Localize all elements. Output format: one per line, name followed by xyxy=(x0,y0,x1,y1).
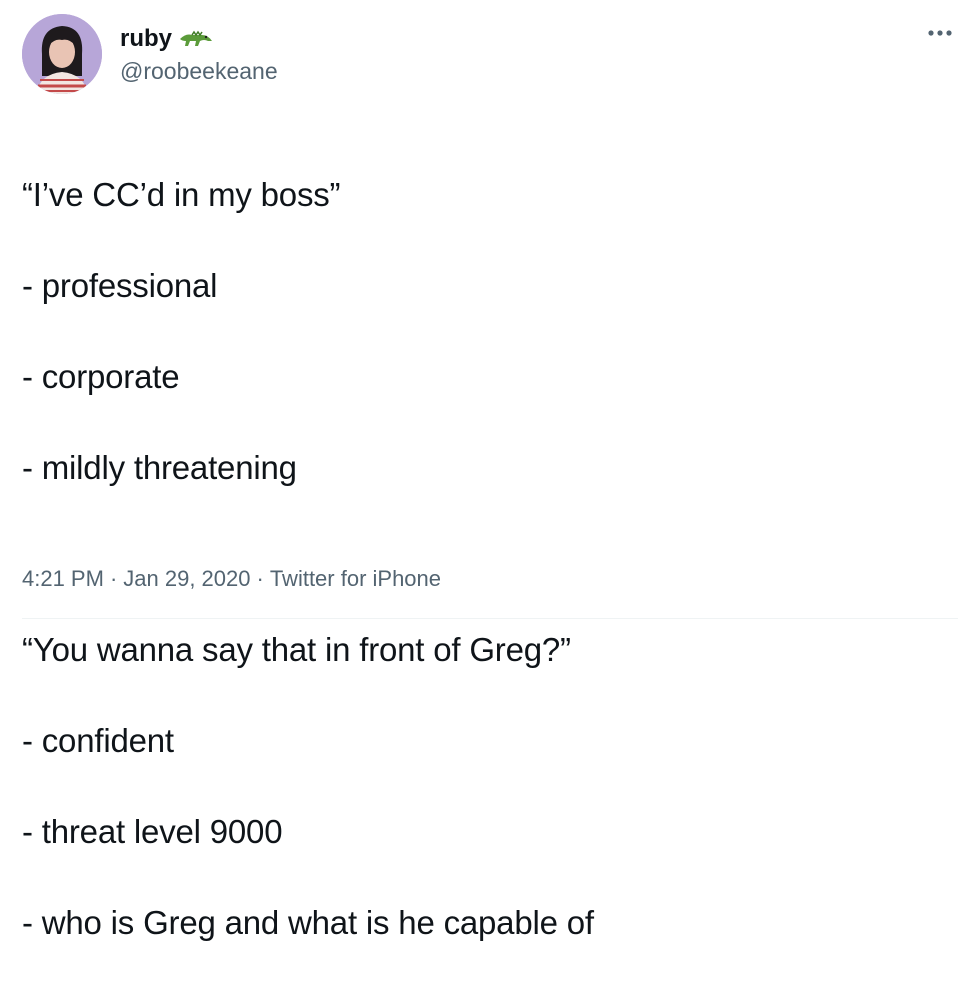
divider xyxy=(22,618,958,619)
tweet-source-link[interactable]: Twitter for iPhone xyxy=(270,564,441,594)
tweet-line: “You wanna say that in front of Greg?” xyxy=(22,630,571,668)
tweet-line: - mildly threatening xyxy=(22,448,297,486)
avatar-photo-icon xyxy=(22,14,102,94)
tweet-line: - threat level 9000 xyxy=(22,812,283,850)
display-name[interactable]: ruby xyxy=(120,24,172,54)
author-name-row[interactable]: ruby xyxy=(120,24,214,54)
avatar[interactable] xyxy=(22,14,102,94)
more-options-icon[interactable] xyxy=(925,22,955,42)
tweet-time-link[interactable]: 4:21 PM xyxy=(22,564,104,594)
tweet-card: ruby @roobeekeane “I’ve CC’d in my boss”… xyxy=(0,0,980,941)
tweet-line: - professional xyxy=(22,266,218,304)
meta-separator: · xyxy=(256,566,264,591)
tweet-line: “I’ve CC’d in my boss” xyxy=(22,175,341,213)
tweet-line: - corporate xyxy=(22,357,180,395)
tweet-date-link[interactable]: Jan 29, 2020 xyxy=(123,564,250,594)
tweet-line: - confident xyxy=(22,721,174,759)
tweet-text: “I’ve CC’d in my boss” - professional - … xyxy=(22,126,952,991)
tweet-metadata: 4:21 PM · Jan 29, 2020 · Twitter for iPh… xyxy=(22,564,441,594)
username-handle[interactable]: @roobeekeane xyxy=(120,57,278,85)
tweet-line: - who is Greg and what is he capable of xyxy=(22,903,594,941)
crocodile-icon xyxy=(178,27,214,51)
meta-separator: · xyxy=(109,566,118,591)
